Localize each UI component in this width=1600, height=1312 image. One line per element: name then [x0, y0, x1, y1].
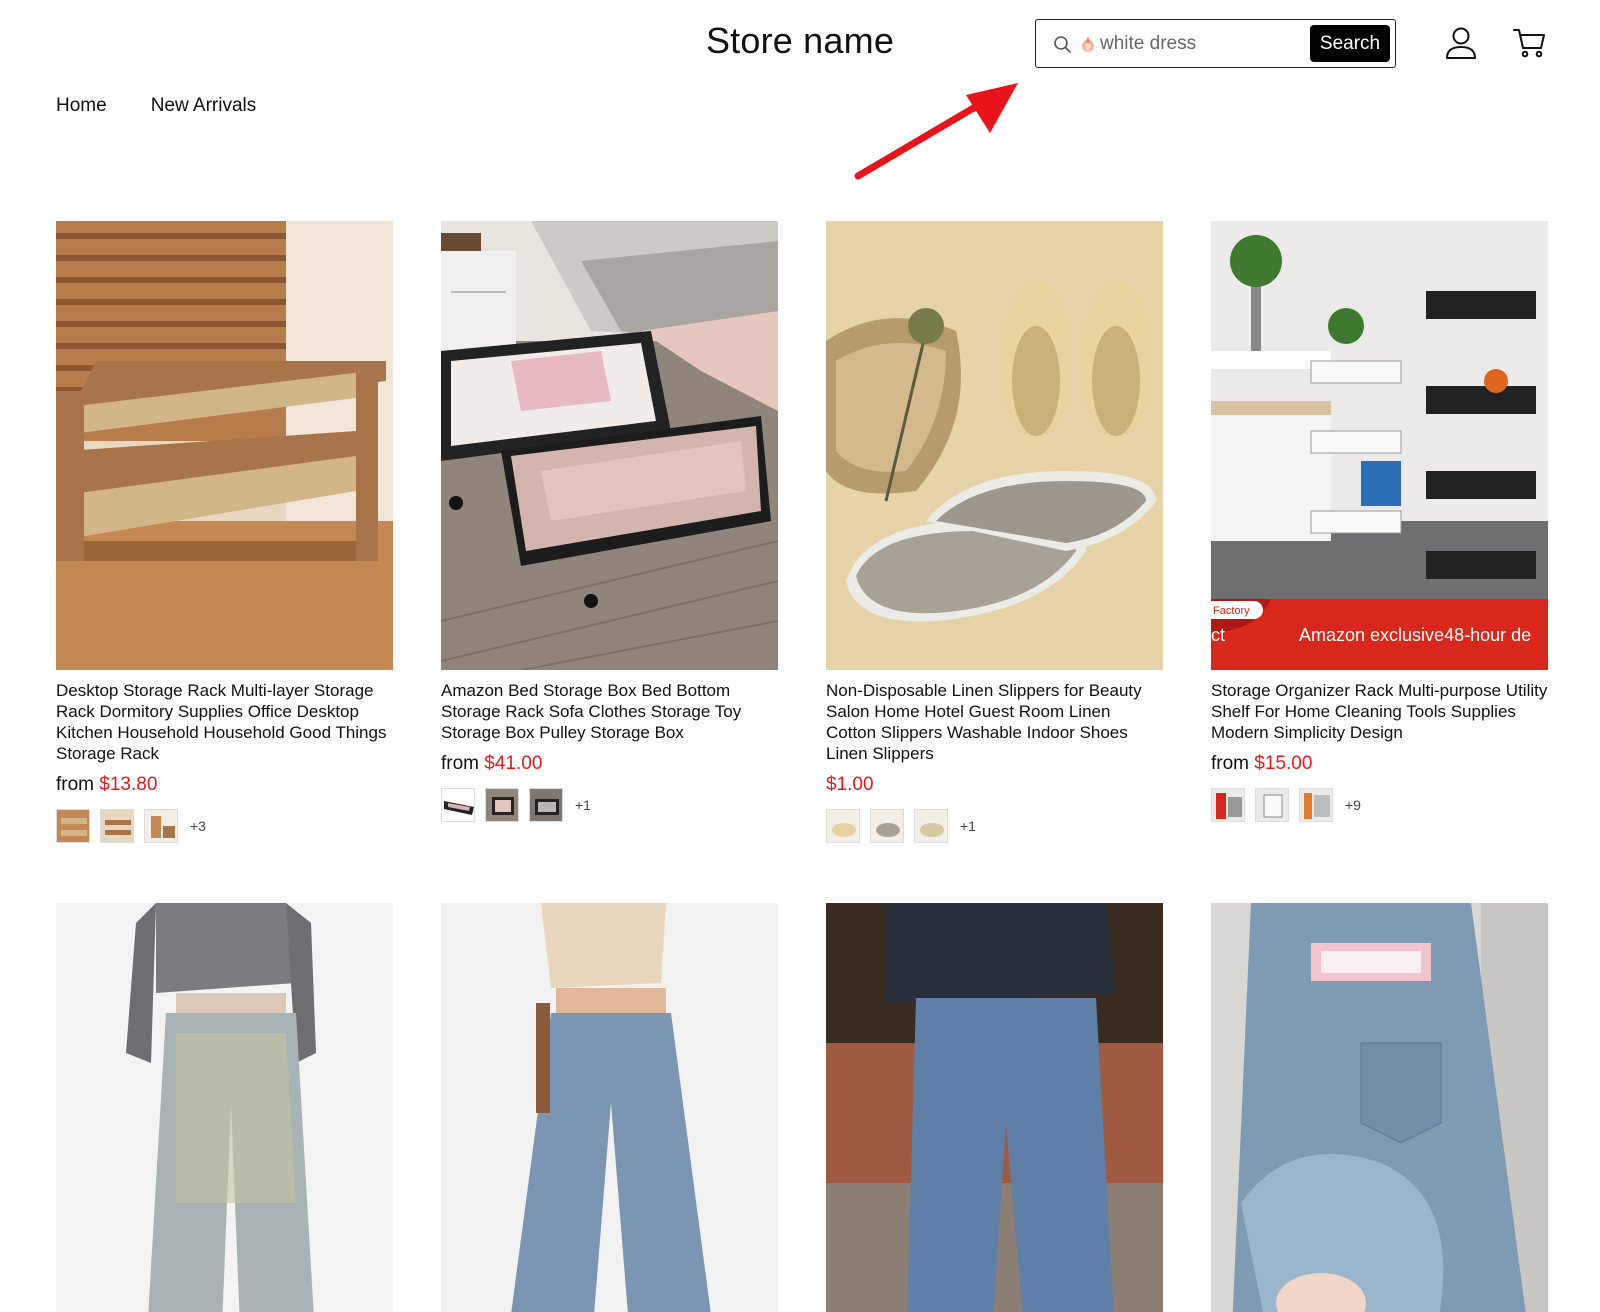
variant-swatch[interactable] [870, 809, 904, 843]
variant-swatch[interactable] [1211, 788, 1245, 822]
variant-swatch[interactable] [1299, 788, 1333, 822]
search-input[interactable] [1100, 30, 1320, 58]
variant-swatches: +1 [826, 809, 1163, 843]
product-title[interactable]: Storage Organizer Rack Multi-purpose Uti… [1211, 680, 1548, 743]
price-prefix: from [56, 774, 94, 795]
product-card[interactable] [826, 903, 1163, 1312]
price-prefix: from [441, 753, 479, 774]
product-card[interactable] [56, 903, 393, 1312]
cart-icon[interactable] [1513, 27, 1546, 59]
nav-new-arrivals[interactable]: New Arrivals [151, 95, 257, 117]
annotation-arrow [854, 83, 1018, 180]
account-icon[interactable] [1445, 26, 1477, 60]
product-price: $1.00 [826, 773, 1163, 797]
more-variants-count[interactable]: +1 [960, 818, 976, 834]
product-card[interactable]: Amazon Bed Storage Box Bed Bottom Storag… [441, 221, 778, 822]
product-price: from $13.80 [56, 773, 393, 797]
product-price: from $41.00 [441, 752, 778, 776]
nav-home[interactable]: Home [56, 95, 107, 117]
variant-swatch[interactable] [441, 788, 475, 822]
variant-swatch[interactable] [56, 809, 90, 843]
variant-swatches: +1 [441, 788, 778, 822]
product-image-street-jeans[interactable] [826, 903, 1163, 1312]
search-bar: Search [1035, 19, 1396, 68]
price-value: $1.00 [826, 774, 874, 795]
product-image-bed-storage-box[interactable] [441, 221, 778, 670]
product-image-storage-rack[interactable] [56, 221, 393, 670]
product-title[interactable]: Amazon Bed Storage Box Bed Bottom Storag… [441, 680, 778, 743]
price-value: $13.80 [99, 774, 158, 795]
price-value: $15.00 [1254, 753, 1313, 774]
product-image-utility-shelf[interactable]: Factory ct Amazon exclusive48-hour de [1211, 221, 1548, 670]
price-prefix: from [1211, 753, 1249, 774]
main-nav: Home New Arrivals [56, 95, 256, 117]
variant-swatch[interactable] [485, 788, 519, 822]
variant-swatch[interactable] [100, 809, 134, 843]
more-variants-count[interactable]: +3 [190, 818, 206, 834]
site-header: Store name Search [0, 0, 1600, 90]
variant-swatch[interactable] [826, 809, 860, 843]
product-price: from $15.00 [1211, 752, 1548, 776]
product-image-baggy-jeans[interactable] [441, 903, 778, 1312]
variant-swatch[interactable] [529, 788, 563, 822]
store-name-logo[interactable]: Store name [706, 20, 894, 61]
product-image-linen-slippers[interactable] [826, 221, 1163, 670]
more-variants-count[interactable]: +1 [575, 797, 591, 813]
product-card[interactable]: Desktop Storage Rack Multi-layer Storage… [56, 221, 393, 843]
onion-emoji-icon [1082, 36, 1094, 52]
search-icon [1054, 36, 1071, 53]
search-button[interactable]: Search [1310, 25, 1390, 62]
product-card[interactable]: Non-Disposable Linen Slippers for Beauty… [826, 221, 1163, 843]
variant-swatch[interactable] [914, 809, 948, 843]
product-title[interactable]: Non-Disposable Linen Slippers for Beauty… [826, 680, 1163, 764]
variant-swatches: +9 [1211, 788, 1548, 822]
product-title[interactable]: Desktop Storage Rack Multi-layer Storage… [56, 680, 393, 764]
product-card[interactable]: Factory ct Amazon exclusive48-hour de St… [1211, 221, 1548, 822]
variant-swatch[interactable] [144, 809, 178, 843]
product-image-folded-jeans[interactable] [1211, 903, 1548, 1312]
image-banner-side-text: ct [1211, 625, 1225, 645]
image-banner-tag: Factory [1213, 605, 1250, 617]
variant-swatch[interactable] [1255, 788, 1289, 822]
price-value: $41.00 [484, 753, 543, 774]
image-banner-text: Amazon exclusive48-hour de [1299, 625, 1531, 645]
product-card[interactable] [441, 903, 778, 1312]
product-card[interactable] [1211, 903, 1548, 1312]
product-image-wide-leg-jeans[interactable] [56, 903, 393, 1312]
more-variants-count[interactable]: +9 [1345, 797, 1361, 813]
variant-swatches: +3 [56, 809, 393, 843]
